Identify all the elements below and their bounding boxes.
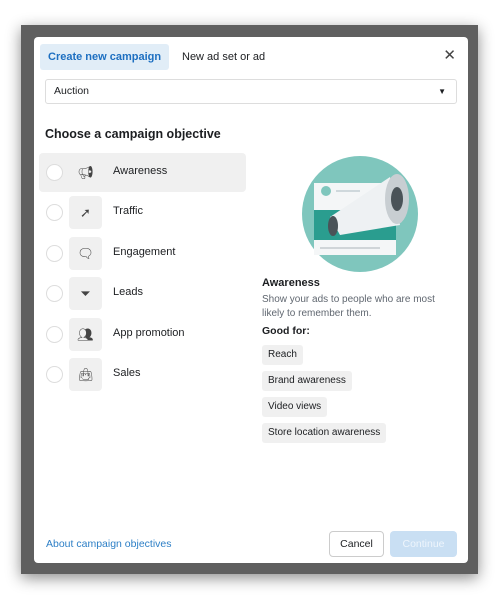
cursor-icon: ➚ (69, 196, 102, 229)
radio[interactable] (46, 204, 63, 221)
good-for-chip: Video views (262, 397, 328, 417)
good-for-chip: Brand awareness (262, 371, 352, 391)
section-heading: Choose a campaign objective (45, 127, 221, 141)
objective-label: Traffic (113, 205, 143, 217)
good-for-chip: Reach (262, 345, 303, 365)
radio[interactable] (46, 366, 63, 383)
buying-type-value: Auction (54, 85, 90, 97)
close-icon[interactable]: ✕ (443, 48, 456, 63)
continue-button[interactable]: Continue (390, 531, 457, 557)
shopping-bag-icon: 👜︎ (69, 358, 102, 391)
objective-label: Sales (113, 367, 141, 379)
objective-detail-title: Awareness (262, 277, 320, 289)
objective-traffic[interactable]: ➚ Traffic (39, 193, 246, 232)
about-campaign-objectives-link[interactable]: About campaign objectives (46, 538, 172, 550)
radio[interactable] (46, 326, 63, 343)
objective-label: Awareness (113, 165, 168, 177)
good-for-label: Good for: (262, 325, 310, 337)
people-icon: 👥︎ (69, 318, 102, 351)
objective-label: App promotion (113, 327, 185, 339)
objective-app-promotion[interactable]: 👥︎ App promotion (39, 315, 246, 354)
tab-new-ad-set-or-ad[interactable]: New ad set or ad (174, 44, 273, 70)
objective-label: Engagement (113, 246, 176, 258)
megaphone-illustration (302, 156, 418, 272)
objective-awareness[interactable]: 📢︎ Awareness (39, 153, 246, 192)
objective-engagement[interactable]: 🗨︎ Engagement (39, 234, 246, 273)
good-for-chip: Store location awareness (262, 423, 387, 443)
objective-sales[interactable]: 👜︎ Sales (39, 355, 246, 394)
buying-type-select[interactable]: Auction ▼ (45, 79, 457, 104)
objective-label: Leads (113, 286, 143, 298)
objective-leads[interactable]: ⏷ Leads (39, 274, 246, 313)
cancel-button[interactable]: Cancel (329, 531, 384, 557)
funnel-icon: ⏷ (69, 277, 102, 310)
caret-down-icon: ▼ (438, 87, 446, 96)
radio[interactable] (46, 164, 63, 181)
megaphone-icon: 📢︎ (69, 156, 102, 189)
chat-bubbles-icon: 🗨︎ (69, 237, 102, 270)
create-campaign-dialog: Create new campaign New ad set or ad ✕ A… (34, 37, 468, 563)
radio[interactable] (46, 245, 63, 262)
tab-create-new-campaign[interactable]: Create new campaign (40, 44, 170, 70)
objective-detail-description: Show your ads to people who are most lik… (262, 294, 435, 319)
radio[interactable] (46, 285, 63, 302)
